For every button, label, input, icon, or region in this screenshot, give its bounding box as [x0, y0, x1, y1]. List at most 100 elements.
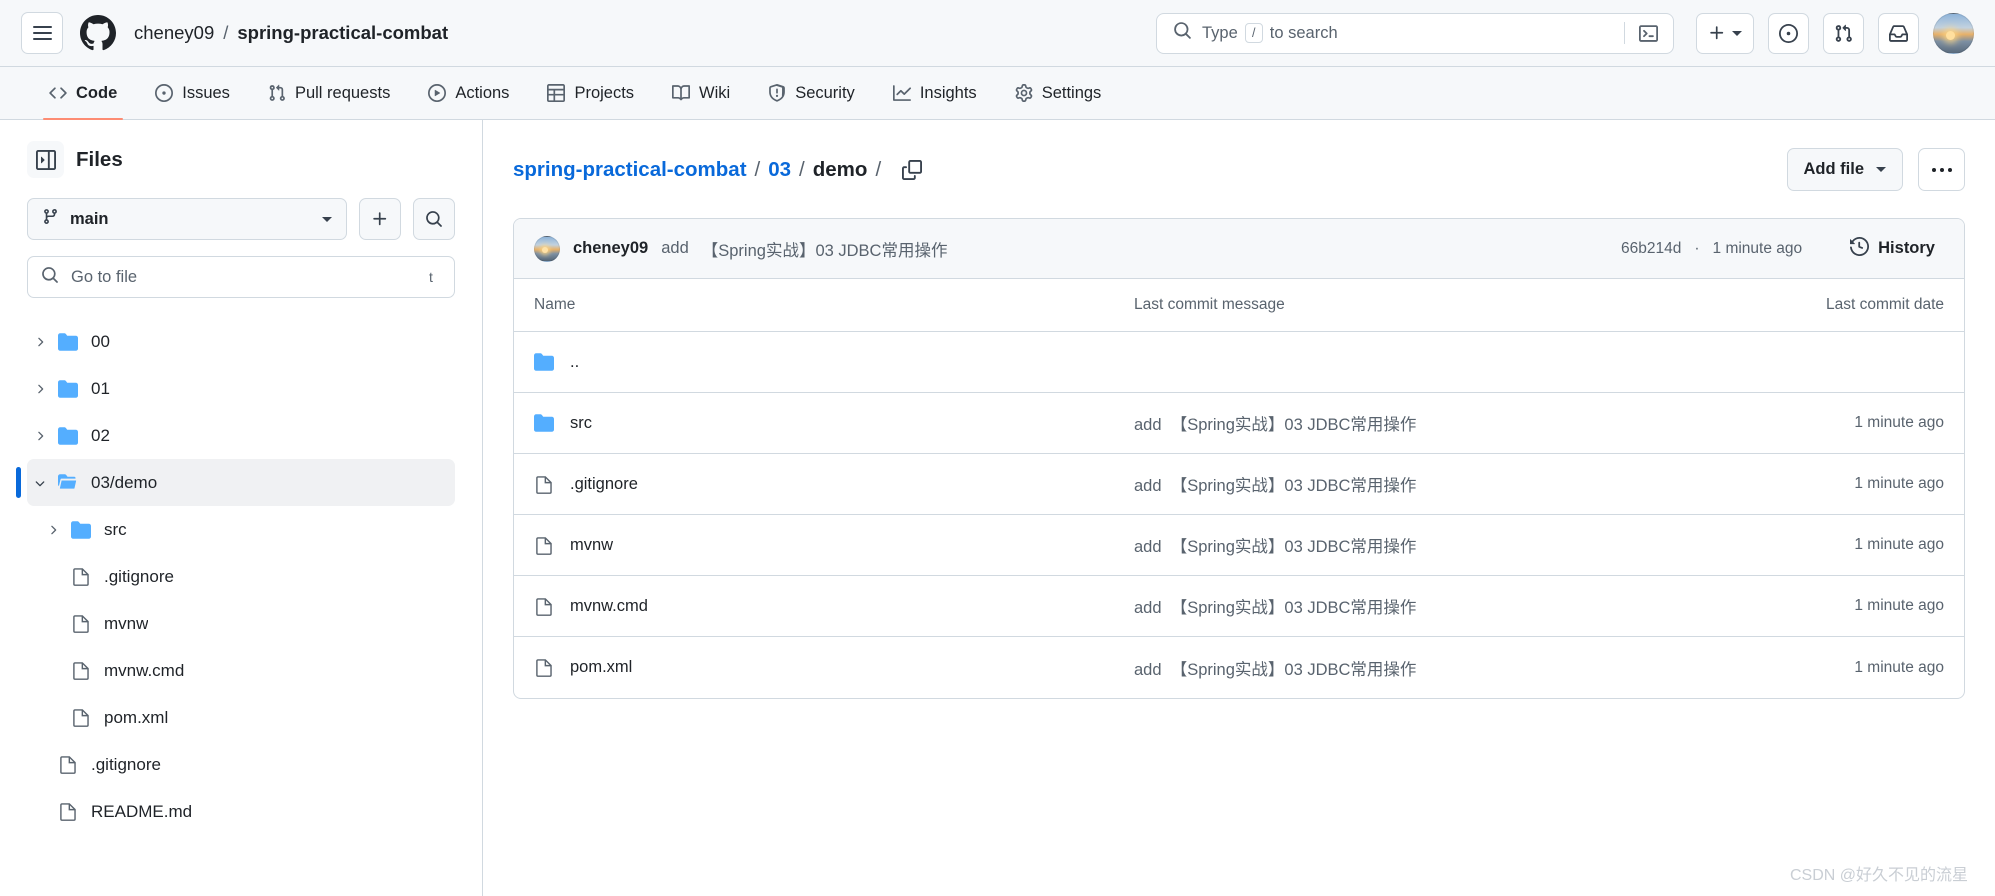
table-row[interactable]: .gitignore add 【Spring实战】03 JDBC常用操作 1 m…: [514, 454, 1964, 515]
file-row-link-mvnw-cmd[interactable]: mvnw.cmd: [570, 597, 648, 616]
notifications-button[interactable]: [1878, 12, 1919, 54]
branch-selector[interactable]: main: [27, 198, 347, 240]
search-icon: [41, 266, 59, 289]
branch-name: main: [70, 209, 109, 228]
table-row[interactable]: pom.xml add 【Spring实战】03 JDBC常用操作 1 minu…: [514, 637, 1964, 698]
tree-item-file-mvnw-cmd[interactable]: mvnw.cmd: [27, 647, 455, 694]
file-row-name-cell: .gitignore: [534, 475, 1134, 494]
history-button[interactable]: History: [1841, 232, 1944, 266]
file-listing-card: cheney09 add 【Spring实战】03 JDBC常用操作 66b21…: [513, 218, 1965, 699]
file-row-date: 1 minute ago: [1854, 597, 1944, 614]
file-row-name-cell: src: [534, 413, 1134, 433]
watermark: CSDN @好久不见的流星: [1789, 867, 1968, 884]
pull-requests-button[interactable]: [1823, 12, 1864, 54]
search-icon: [1173, 21, 1192, 45]
search-files-button[interactable]: [413, 198, 455, 240]
plus-icon: [373, 212, 387, 226]
header-action-buttons: [1696, 12, 1974, 54]
tree-item-file-readme[interactable]: README.md: [27, 788, 455, 835]
commit-author-avatar[interactable]: [534, 235, 560, 262]
table-row[interactable]: ..: [514, 332, 1964, 393]
global-header: cheney09 / spring-practical-combat Type …: [0, 0, 1995, 67]
chevron-down-icon: [27, 476, 53, 490]
file-row-link-mvnw[interactable]: mvnw: [570, 536, 613, 555]
file-row-link-src[interactable]: src: [570, 414, 592, 433]
parent-directory-link[interactable]: ..: [570, 353, 579, 372]
file-tree: 00 01 02 03/demo src .gitignore mvnw mvn…: [16, 318, 455, 835]
column-header-name: Name: [534, 296, 576, 313]
repo-breadcrumb-separator: /: [223, 22, 229, 43]
copy-icon[interactable]: [895, 153, 929, 187]
tree-item-folder-00[interactable]: 00: [27, 318, 455, 365]
tab-code[interactable]: Code: [35, 67, 131, 120]
table-row[interactable]: mvnw.cmd add 【Spring实战】03 JDBC常用操作 1 min…: [514, 576, 1964, 637]
repo-name-link[interactable]: spring-practical-combat: [237, 22, 448, 44]
tab-wiki[interactable]: Wiki: [658, 67, 744, 119]
tab-issues[interactable]: Issues: [141, 67, 244, 119]
plus-icon: [1710, 26, 1724, 40]
tree-item-folder-03-demo[interactable]: 03/demo: [16, 459, 455, 506]
chevron-right-icon: [27, 382, 53, 396]
chevron-right-icon: [27, 429, 53, 443]
table-row[interactable]: mvnw add 【Spring实战】03 JDBC常用操作 1 minute …: [514, 515, 1964, 576]
terminal-icon[interactable]: [1635, 24, 1662, 43]
tree-item-file-gitignore-root[interactable]: .gitignore: [27, 741, 455, 788]
user-avatar[interactable]: [1933, 12, 1974, 54]
create-new-button[interactable]: [1696, 12, 1754, 54]
file-row-date: 1 minute ago: [1854, 536, 1944, 553]
tab-projects[interactable]: Projects: [533, 67, 648, 119]
tree-item-folder-src[interactable]: src: [27, 506, 455, 553]
tab-label: Actions: [455, 83, 510, 102]
file-row-message[interactable]: add 【Spring实战】03 JDBC常用操作: [1134, 594, 1744, 618]
commit-author-name[interactable]: cheney09: [573, 239, 648, 258]
tab-security[interactable]: Security: [754, 67, 869, 119]
git-pull-request-icon: [1835, 24, 1852, 42]
tab-actions[interactable]: Actions: [414, 67, 523, 119]
tree-item-folder-01[interactable]: 01: [27, 365, 455, 412]
commit-message-text[interactable]: 【Spring实战】03 JDBC常用操作: [702, 237, 948, 261]
tab-insights[interactable]: Insights: [879, 67, 991, 119]
sidebar-collapse-icon[interactable]: [27, 141, 64, 178]
commit-message-prefix[interactable]: add: [661, 239, 689, 258]
file-row-message[interactable]: add 【Spring实战】03 JDBC常用操作: [1134, 411, 1744, 435]
add-file-button[interactable]: Add file: [1786, 148, 1903, 191]
commit-hash[interactable]: 66b214d: [1621, 240, 1681, 258]
file-row-link-pom-xml[interactable]: pom.xml: [570, 658, 632, 677]
file-row-message-prefix: add: [1134, 538, 1162, 556]
breadcrumb-folder-03-link[interactable]: 03: [768, 158, 791, 182]
tab-settings[interactable]: Settings: [1001, 67, 1116, 119]
file-row-message-prefix: add: [1134, 416, 1162, 434]
tab-label: Security: [795, 83, 855, 102]
global-search-input[interactable]: Type / to search: [1156, 12, 1674, 54]
sidebar-header: Files: [27, 141, 455, 178]
file-row-name-cell: pom.xml: [534, 658, 1134, 677]
table-row[interactable]: src add 【Spring实战】03 JDBC常用操作 1 minute a…: [514, 393, 1964, 454]
file-row-message[interactable]: add 【Spring实战】03 JDBC常用操作: [1134, 533, 1744, 557]
search-placeholder: Type / to search: [1202, 23, 1614, 43]
tree-item-label: .gitignore: [104, 566, 174, 586]
tree-item-file-mvnw[interactable]: mvnw: [27, 600, 455, 647]
search-slash-key: /: [1244, 23, 1263, 43]
github-mark-icon[interactable]: [80, 15, 116, 51]
file-row-link-gitignore[interactable]: .gitignore: [570, 475, 638, 494]
hamburger-menu-button[interactable]: [21, 12, 63, 54]
file-row-name-cell: mvnw: [534, 536, 1134, 555]
tree-item-file-pom-xml[interactable]: pom.xml: [27, 694, 455, 741]
more-options-button[interactable]: [1918, 148, 1965, 191]
breadcrumb-repo-link[interactable]: spring-practical-combat: [513, 158, 747, 182]
add-file-sidebar-button[interactable]: [359, 198, 401, 240]
tree-item-folder-02[interactable]: 02: [27, 412, 455, 459]
tab-pull-requests[interactable]: Pull requests: [254, 67, 404, 119]
breadcrumb-separator: /: [799, 157, 805, 181]
file-row-date: 1 minute ago: [1854, 475, 1944, 492]
folder-icon: [53, 332, 83, 352]
tree-item-file-gitignore-nested[interactable]: .gitignore: [27, 553, 455, 600]
file-row-message[interactable]: add 【Spring实战】03 JDBC常用操作: [1134, 656, 1744, 680]
issues-button[interactable]: [1768, 12, 1809, 54]
tab-label: Code: [76, 83, 118, 102]
repo-owner-link[interactable]: cheney09: [134, 22, 214, 44]
folder-icon: [53, 379, 83, 399]
file-row-message[interactable]: add 【Spring实战】03 JDBC常用操作: [1134, 472, 1744, 496]
play-icon: [428, 84, 447, 102]
go-to-file-input[interactable]: Go to file t: [27, 256, 455, 298]
